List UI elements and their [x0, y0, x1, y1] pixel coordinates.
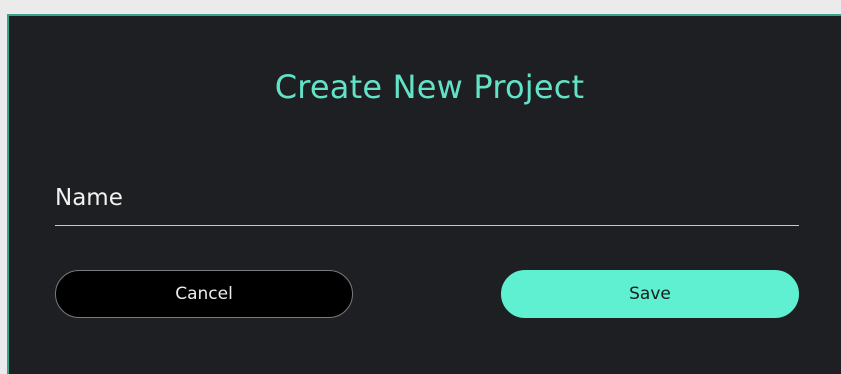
dialog-title: Create New Project: [274, 68, 585, 106]
create-project-dialog: Create New Project Name Cancel Save: [7, 14, 841, 374]
save-button[interactable]: Save: [501, 270, 799, 318]
name-field[interactable]: Name: [55, 181, 803, 227]
cancel-button[interactable]: Cancel: [55, 270, 353, 318]
name-input[interactable]: [55, 181, 803, 227]
